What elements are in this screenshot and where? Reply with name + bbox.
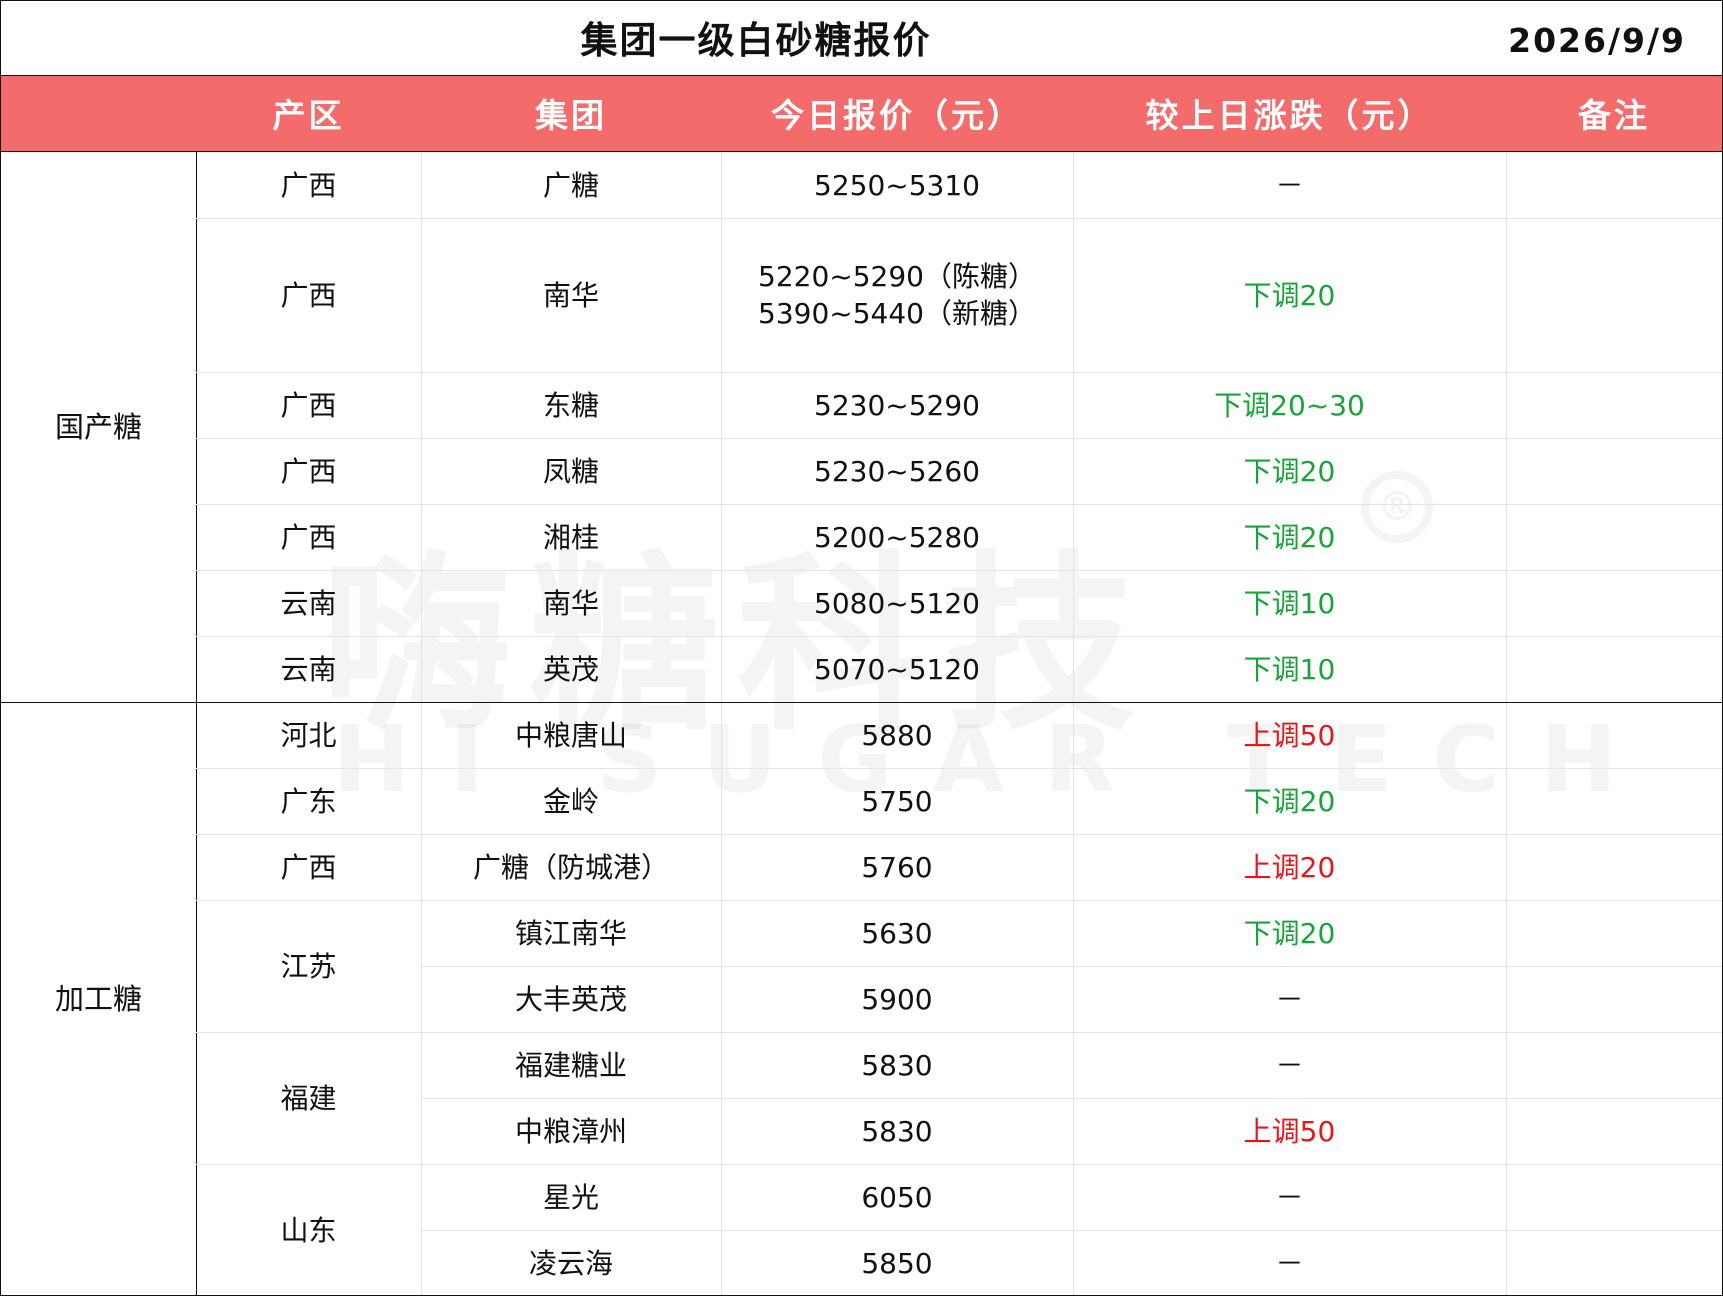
change-cell: 下调20~30 — [1214, 388, 1365, 422]
group-cell: 南华 — [542, 586, 599, 620]
change-cell: － — [1275, 982, 1304, 1016]
change-cell: 上调50 — [1243, 1114, 1336, 1148]
region-cell: 云南 — [280, 652, 337, 686]
price-cell: 5230~5260 — [814, 454, 980, 488]
header-change: 较上日涨跌（元） — [1145, 96, 1434, 135]
group-cell: 广糖 — [542, 168, 599, 202]
region-cell: 广西 — [280, 168, 337, 202]
change-cell: － — [1275, 168, 1304, 202]
price-cell: 5750 — [861, 784, 933, 818]
remark-cell — [1506, 218, 1722, 372]
region-cell: 广西 — [280, 454, 337, 488]
change-cell: 下调20 — [1243, 278, 1336, 312]
category-label: 加工糖 — [54, 981, 142, 1016]
remark-cell — [1506, 636, 1722, 702]
remark-cell — [1506, 900, 1722, 966]
price-cell: 5880 — [861, 718, 933, 752]
region-cell: 江苏 — [280, 949, 337, 983]
change-cell: － — [1275, 1180, 1304, 1214]
group-cell: 南华 — [542, 278, 599, 312]
remark-cell — [1506, 702, 1722, 768]
remark-cell — [1506, 438, 1722, 504]
remark-cell — [1506, 966, 1722, 1032]
price-cell: 6050 — [861, 1180, 933, 1214]
price-cell: 5070~5120 — [814, 652, 980, 686]
remark-cell — [1506, 1032, 1722, 1098]
group-cell: 凤糖 — [542, 454, 599, 488]
group-cell: 金岭 — [542, 784, 599, 818]
price-sheet: 集团一级白砂糖报价 2026/9/9 产区 集团 今日报价（元） 较上日涨跌（元… — [0, 0, 1723, 1296]
price-cell: 5830 — [861, 1048, 933, 1082]
header-region: 产区 — [272, 96, 345, 135]
region-cell: 广西 — [280, 850, 337, 884]
report-date: 2026/9/9 — [1508, 21, 1686, 60]
header-remark: 备注 — [1578, 96, 1650, 135]
remark-cell — [1506, 768, 1722, 834]
group-cell: 湘桂 — [542, 520, 599, 554]
change-cell: 下调20 — [1243, 916, 1336, 950]
group-cell: 东糖 — [542, 388, 599, 422]
group-cell: 大丰英茂 — [514, 982, 627, 1016]
change-cell: 上调20 — [1243, 850, 1336, 884]
price-cell: 5220~5290（陈糖） 5390~5440（新糖） — [758, 260, 1036, 330]
region-cell: 广西 — [280, 388, 337, 422]
group-cell: 凌云海 — [528, 1246, 613, 1280]
price-cell: 5230~5290 — [814, 388, 980, 422]
change-cell: 下调20 — [1243, 520, 1336, 554]
group-cell: 星光 — [542, 1180, 599, 1214]
remark-cell — [1506, 504, 1722, 570]
table-header: 产区 集团 今日报价（元） 较上日涨跌（元） 备注 — [1, 76, 1722, 152]
region-cell: 云南 — [280, 586, 337, 620]
region-cell: 山东 — [280, 1213, 337, 1247]
group-cell: 英茂 — [542, 652, 599, 686]
change-cell: 下调20 — [1243, 784, 1336, 818]
price-cell: 5830 — [861, 1114, 933, 1148]
region-cell: 广东 — [280, 784, 337, 818]
remark-cell — [1506, 152, 1722, 218]
price-cell: 5080~5120 — [814, 586, 980, 620]
change-cell: 下调10 — [1243, 586, 1336, 620]
price-cell: 5850 — [861, 1246, 933, 1280]
title-bar: 集团一级白砂糖报价 2026/9/9 — [1, 1, 1722, 76]
group-cell: 中粮漳州 — [514, 1114, 627, 1148]
price-cell: 5200~5280 — [814, 520, 980, 554]
change-cell: 下调10 — [1243, 652, 1336, 686]
price-cell: 5760 — [861, 850, 933, 884]
page-title: 集团一级白砂糖报价 — [580, 19, 932, 62]
region-cell: 福建 — [280, 1081, 337, 1115]
group-cell: 镇江南华 — [514, 916, 627, 950]
price-cell: 5630 — [861, 916, 933, 950]
change-cell: 上调50 — [1243, 718, 1336, 752]
remark-cell — [1506, 372, 1722, 438]
remark-cell — [1506, 1230, 1722, 1295]
price-cell: 5900 — [861, 982, 933, 1016]
group-cell: 广糖（防城港） — [472, 850, 669, 884]
remark-cell — [1506, 1164, 1722, 1230]
group-cell: 中粮唐山 — [514, 718, 627, 752]
category-label: 国产糖 — [54, 409, 142, 444]
remark-cell — [1506, 834, 1722, 900]
header-price: 今日报价（元） — [771, 96, 1023, 135]
remark-cell — [1506, 1098, 1722, 1164]
group-cell: 福建糖业 — [514, 1048, 627, 1082]
change-cell: － — [1275, 1246, 1304, 1280]
change-cell: － — [1275, 1048, 1304, 1082]
region-cell: 广西 — [280, 520, 337, 554]
header-group: 集团 — [535, 96, 607, 135]
price-cell: 5250~5310 — [814, 168, 980, 202]
remark-cell — [1506, 570, 1722, 636]
region-cell: 河北 — [280, 718, 337, 752]
region-cell: 广西 — [280, 278, 337, 312]
change-cell: 下调20 — [1243, 454, 1336, 488]
